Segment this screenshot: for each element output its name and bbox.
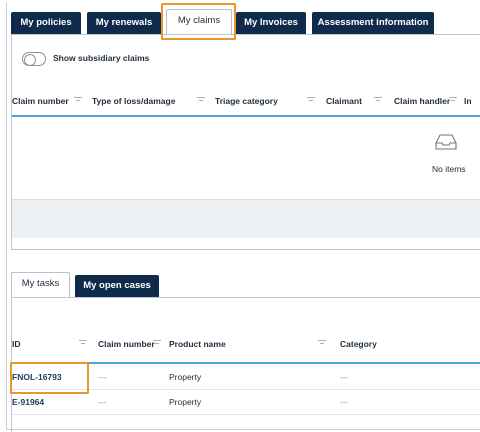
task-category: --- <box>340 397 349 407</box>
col-claim-number[interactable]: Claim number <box>98 330 155 358</box>
tab-my-policies[interactable]: My policies <box>11 12 81 34</box>
col-claim-number[interactable]: Claim number <box>12 87 69 115</box>
col-type-of-loss[interactable]: Type of loss/damage <box>92 87 175 115</box>
empty-state-text: No items <box>432 164 466 174</box>
claims-table-header: Claim number Type of loss/damage Triage … <box>12 87 480 115</box>
task-product: Property <box>169 372 202 382</box>
tab-assessment-information[interactable]: Assessment information <box>312 12 434 34</box>
filter-icon[interactable] <box>449 97 457 104</box>
task-category: --- <box>340 372 349 382</box>
tab-my-tasks[interactable]: My tasks <box>11 272 70 297</box>
task-claim-number: --- <box>98 372 107 382</box>
col-claimant[interactable]: Claimant <box>326 87 362 115</box>
filter-icon[interactable] <box>74 97 82 104</box>
filter-icon[interactable] <box>79 340 87 347</box>
highlight-fnol-id <box>10 362 89 394</box>
subsidiary-claims-label: Show subsidiary claims <box>53 53 150 63</box>
filter-icon[interactable] <box>374 97 382 104</box>
header-underline <box>12 115 480 117</box>
empty-inbox-icon <box>435 134 457 150</box>
tasks-table-header: ID Claim number Product name Category <box>12 330 480 358</box>
col-claim-handler[interactable]: Claim handler <box>394 87 450 115</box>
tab-my-invoices[interactable]: My Invoices <box>236 12 306 34</box>
tab-my-open-cases[interactable]: My open cases <box>75 275 159 297</box>
filter-icon[interactable] <box>153 340 161 347</box>
tab-my-renewals[interactable]: My renewals <box>87 12 161 34</box>
task-claim-number: --- <box>98 397 107 407</box>
col-triage-category[interactable]: Triage category <box>215 87 278 115</box>
claims-footer <box>12 200 480 238</box>
claims-panel: Show subsidiary claims Claim number Type… <box>11 35 480 250</box>
task-product: Property <box>169 397 202 407</box>
subsidiary-claims-toggle[interactable] <box>22 52 46 66</box>
filter-icon[interactable] <box>318 340 326 347</box>
col-truncated[interactable]: In <box>464 87 472 115</box>
col-product-name[interactable]: Product name <box>169 330 226 358</box>
col-id[interactable]: ID <box>12 330 21 358</box>
row-divider <box>12 414 480 415</box>
col-category[interactable]: Category <box>340 330 377 358</box>
filter-icon[interactable] <box>307 97 315 104</box>
filter-icon[interactable] <box>197 97 205 104</box>
